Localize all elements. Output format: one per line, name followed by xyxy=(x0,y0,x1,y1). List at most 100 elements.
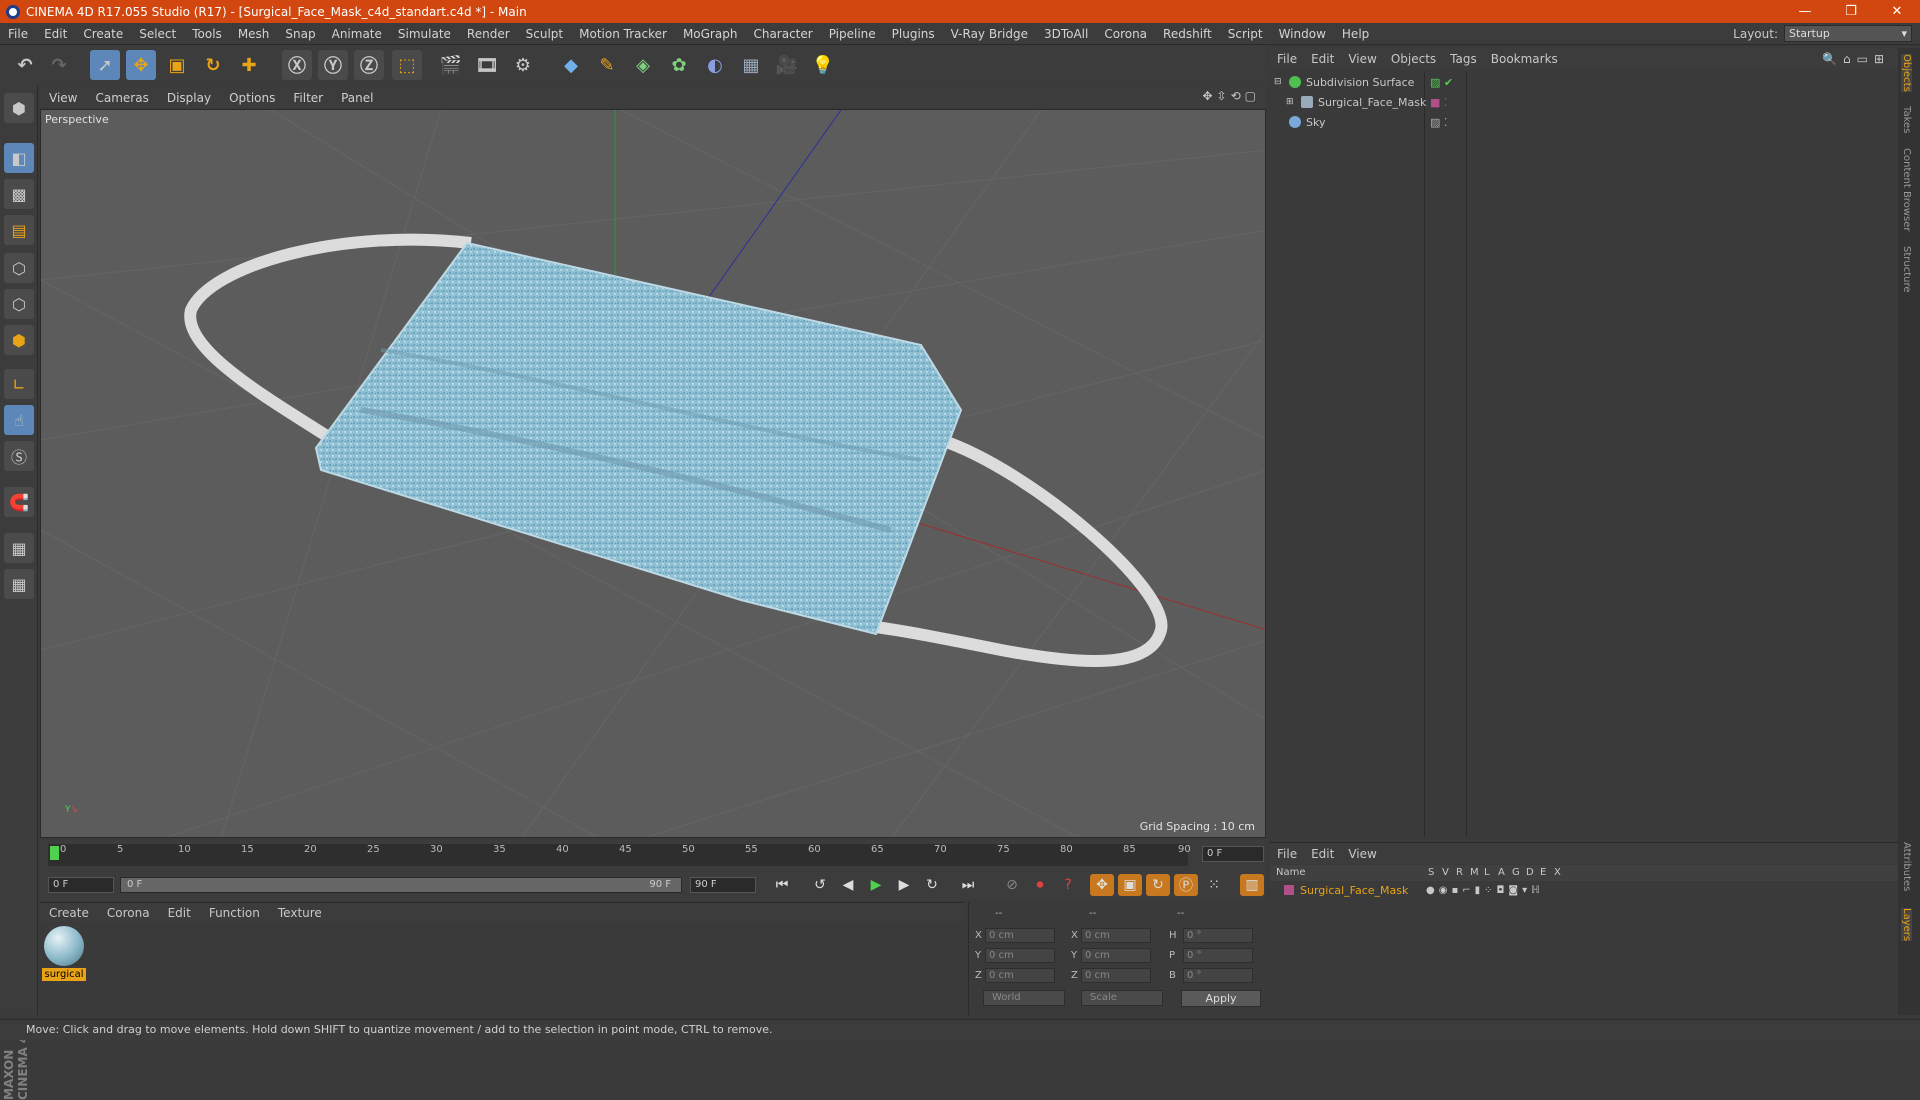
menu-simulate[interactable]: Simulate xyxy=(390,27,459,41)
menu-create[interactable]: Create xyxy=(75,27,131,41)
object-menu-tags[interactable]: Tags xyxy=(1443,52,1484,66)
render-picture-viewer-icon[interactable]: 🎞 xyxy=(472,50,502,80)
play-icon[interactable]: ▶ xyxy=(864,874,888,896)
workplane-align-icon[interactable]: ▦ xyxy=(4,569,34,599)
layer-menu-view[interactable]: View xyxy=(1341,847,1383,861)
timeline-window-icon[interactable]: ▥ xyxy=(1240,874,1264,896)
material-menu-create[interactable]: Create xyxy=(40,906,98,920)
tab-attributes[interactable]: Attributes xyxy=(1901,842,1912,891)
menu-help[interactable]: Help xyxy=(1334,27,1377,41)
menu-file[interactable]: File xyxy=(0,27,36,41)
viewport-menu-display[interactable]: Display xyxy=(158,91,220,105)
magnet-icon[interactable]: 🧲 xyxy=(4,487,34,517)
menu-redshift[interactable]: Redshift xyxy=(1155,27,1220,41)
close-icon[interactable]: ✕ xyxy=(1874,0,1920,23)
edges-mode-icon[interactable]: ⬡ xyxy=(4,289,34,319)
key-parameter-icon[interactable]: Ⓟ xyxy=(1174,874,1198,896)
layer-col[interactable]: A xyxy=(1498,867,1505,878)
autokey-icon[interactable]: ? xyxy=(1056,874,1080,896)
material-menu-function[interactable]: Function xyxy=(200,906,269,920)
position-x-field[interactable]: 0 cm xyxy=(985,928,1055,943)
layer-toggle-icons[interactable]: ●◉▪⌐▮⁘◘◙▾ℍ xyxy=(1426,885,1544,896)
material-preview[interactable] xyxy=(44,926,84,966)
rotation-h-field[interactable]: 0 ° xyxy=(1183,928,1253,943)
light-icon[interactable]: 💡 xyxy=(808,50,838,80)
start-frame-field[interactable]: 0 F xyxy=(48,877,114,893)
coordinate-system-icon[interactable]: ⬚ xyxy=(392,50,422,80)
scale-icon[interactable]: ▣ xyxy=(162,50,192,80)
viewport-menu-filter[interactable]: Filter xyxy=(284,91,332,105)
viewport-menu-cameras[interactable]: Cameras xyxy=(86,91,157,105)
axis-mode-icon[interactable]: ∟ xyxy=(4,369,34,399)
menu-edit[interactable]: Edit xyxy=(36,27,75,41)
object-row-subdivision-surface[interactable]: ⊟ Subdivision Surface ▨ ✔ xyxy=(1270,73,1898,91)
object-manager-search-icons[interactable]: 🔍⌂▭⊞ xyxy=(1822,52,1890,66)
apply-button[interactable]: Apply xyxy=(1181,990,1261,1007)
menu-pipeline[interactable]: Pipeline xyxy=(821,27,884,41)
deformer-icon[interactable]: ◐ xyxy=(700,50,730,80)
layer-menu-edit[interactable]: Edit xyxy=(1304,847,1341,861)
select-cursor-icon[interactable]: ➚ xyxy=(90,50,120,80)
points-mode-icon[interactable]: ⬡ xyxy=(4,253,34,283)
z-axis-lock-icon[interactable]: Ⓩ xyxy=(354,50,384,80)
viewport-menu-options[interactable]: Options xyxy=(220,91,284,105)
menu-render[interactable]: Render xyxy=(459,27,518,41)
render-view-icon[interactable]: 🎬 xyxy=(436,50,466,80)
goto-start-icon[interactable]: ⏮ xyxy=(770,874,794,896)
workplane-mode-icon[interactable]: ▤ xyxy=(4,215,34,245)
position-z-field[interactable]: 0 cm xyxy=(985,968,1055,983)
menu-3dtoall[interactable]: 3DToAll xyxy=(1036,27,1096,41)
menu-script[interactable]: Script xyxy=(1220,27,1271,41)
size-mode-dropdown[interactable]: Scale xyxy=(1081,990,1163,1006)
undo-icon[interactable]: ↶ xyxy=(10,50,40,80)
material-menu-corona[interactable]: Corona xyxy=(98,906,159,920)
key-pla-icon[interactable]: ⁙ xyxy=(1202,874,1226,896)
render-settings-icon[interactable]: ⚙ xyxy=(508,50,538,80)
layout-dropdown[interactable]: Startup xyxy=(1784,25,1912,42)
end-frame-field[interactable]: 90 F xyxy=(690,877,756,893)
menu-mesh[interactable]: Mesh xyxy=(230,27,278,41)
collapse-icon[interactable]: ⊟ xyxy=(1274,77,1284,87)
floor-scene-icon[interactable]: ▦ xyxy=(736,50,766,80)
next-frame-icon[interactable]: ▶ xyxy=(892,874,916,896)
move-icon[interactable]: ✥ xyxy=(126,50,156,80)
viewport-menu-view[interactable]: View xyxy=(40,91,86,105)
viewport-menu-panel[interactable]: Panel xyxy=(332,91,382,105)
object-row-surgical-face-mask[interactable]: ⊞ Surgical_Face_Mask ■ ⁚ xyxy=(1270,93,1898,111)
model-mode-icon[interactable]: ◧ xyxy=(4,143,34,173)
tab-objects[interactable]: Objects xyxy=(1901,54,1912,92)
subdivision-surface-icon[interactable]: ◈ xyxy=(628,50,658,80)
position-y-field[interactable]: 0 cm xyxy=(985,948,1055,963)
layer-col[interactable]: V xyxy=(1442,867,1449,878)
layer-col[interactable]: M xyxy=(1470,867,1479,878)
rotation-b-field[interactable]: 0 ° xyxy=(1183,968,1253,983)
rotate-icon[interactable]: ↻ xyxy=(198,50,228,80)
tweak-mode-icon[interactable]: ☝ xyxy=(4,405,34,435)
layer-menu-file[interactable]: File xyxy=(1270,847,1304,861)
visibility-icon[interactable]: ▨ ⁚ xyxy=(1430,116,1447,129)
spline-pen-icon[interactable]: ✎ xyxy=(592,50,622,80)
current-frame-field[interactable]: 0 F xyxy=(1202,846,1264,862)
make-editable-icon[interactable]: ⬢ xyxy=(4,93,34,123)
texture-mode-icon[interactable]: ▩ xyxy=(4,179,34,209)
workplane-lock-icon[interactable]: ▦ xyxy=(4,533,34,563)
layer-col[interactable]: S xyxy=(1428,867,1434,878)
material-menu-edit[interactable]: Edit xyxy=(159,906,200,920)
menu-corona[interactable]: Corona xyxy=(1096,27,1155,41)
restore-icon[interactable]: ❐ xyxy=(1828,0,1874,23)
goto-end-icon[interactable]: ⏭ xyxy=(956,874,980,896)
layer-col[interactable]: G xyxy=(1512,867,1520,878)
camera-icon[interactable]: 🎥 xyxy=(772,50,802,80)
previous-frame-icon[interactable]: ◀ xyxy=(836,874,860,896)
previous-key-icon[interactable]: ↺ xyxy=(808,874,832,896)
menu-snap[interactable]: Snap xyxy=(277,27,323,41)
record-keyframe-icon[interactable]: ⏺ xyxy=(1028,874,1052,896)
timeline-ruler[interactable]: 0 5 10 15 20 25 30 35 40 45 50 55 60 65 … xyxy=(48,844,1191,866)
tab-layers[interactable]: Layers xyxy=(1901,908,1912,942)
object-menu-bookmarks[interactable]: Bookmarks xyxy=(1484,52,1565,66)
layer-col[interactable]: D xyxy=(1526,867,1534,878)
viewport-nav-icons[interactable]: ✥⇳⟲▢ xyxy=(1202,89,1260,103)
layer-col[interactable]: X xyxy=(1554,867,1561,878)
layer-row[interactable]: Surgical_Face_Mask ●◉▪⌐▮⁘◘◙▾ℍ xyxy=(1270,881,1898,899)
menu-tools[interactable]: Tools xyxy=(184,27,230,41)
